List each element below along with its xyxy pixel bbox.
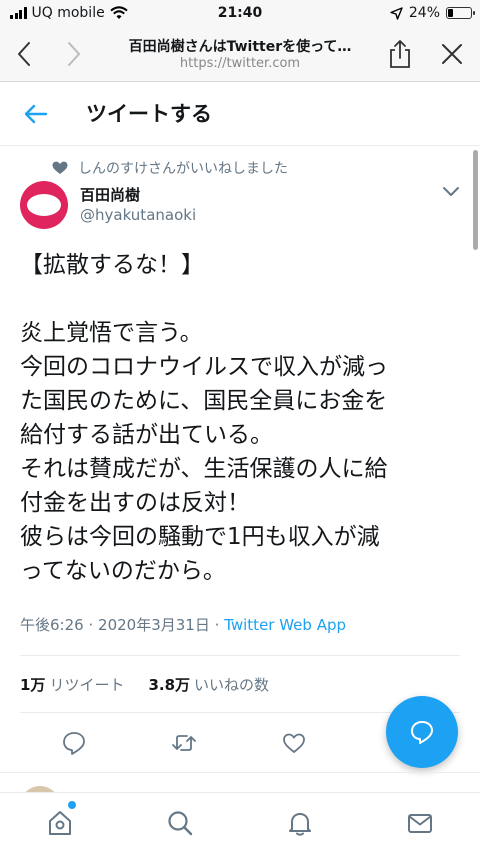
like-label: いいねの数 <box>194 676 270 694</box>
tweet-text-line: 【拡散するな！】 <box>20 252 204 278</box>
location-arrow-icon <box>390 6 403 20</box>
retweet-count: 1万 <box>20 676 46 694</box>
author-name[interactable]: 百田尚樹 <box>80 184 140 205</box>
bottom-navigation <box>0 792 480 854</box>
tweet-source-link[interactable]: Twitter Web App <box>224 616 346 634</box>
page-title: ツイートする <box>86 102 212 126</box>
tweet-text-line: 炎上覚悟で言う。 <box>20 320 203 346</box>
social-context: しんのすけさんがいいねしました <box>52 158 288 178</box>
close-icon <box>442 44 462 64</box>
browser-url[interactable]: https://twitter.com <box>95 56 385 71</box>
avatar[interactable] <box>20 181 68 229</box>
battery-level <box>448 9 454 17</box>
tweet-text-line: 給付する話が出ている。 <box>20 422 273 448</box>
tweet-text-line: それは賛成だが、生活保護の人に給 <box>20 456 388 482</box>
share-icon <box>390 40 410 68</box>
chevron-left-icon <box>18 42 30 66</box>
author-handle[interactable]: @hyakutanaoki <box>80 206 196 224</box>
battery-icon <box>446 7 475 19</box>
like-stat[interactable]: 3.8万 いいねの数 <box>148 674 269 695</box>
heart-icon[interactable] <box>281 730 307 756</box>
browser-forward-button[interactable] <box>56 36 92 72</box>
back-arrow-icon[interactable] <box>22 100 50 128</box>
chevron-down-icon[interactable] <box>440 182 462 200</box>
tweet-date[interactable]: 2020年3月31日 <box>98 616 210 634</box>
bell-icon[interactable] <box>286 809 314 837</box>
like-count: 3.8万 <box>148 676 191 694</box>
browser-page-title[interactable]: 百田尚樹さんはTwitterを使って… <box>95 36 385 56</box>
battery-percent: 24% <box>408 5 440 21</box>
tweet-stats: 1万 リツイート 3.8万 いいねの数 <box>20 674 269 695</box>
share-button[interactable] <box>382 36 418 72</box>
divider <box>0 772 480 773</box>
retweet-stat[interactable]: 1万 リツイート <box>20 674 124 695</box>
heart-filled-icon <box>52 161 68 174</box>
tweet-page-header: ツイートする <box>0 82 480 146</box>
tweet-text-line: 彼らは今回の騒動で1円も収入が減 <box>20 524 380 550</box>
chevron-right-icon <box>68 42 80 66</box>
tweet-text-line <box>20 282 470 316</box>
tweet-text-line: た国民のために、国民全員にお金を <box>20 388 388 414</box>
social-context-label[interactable]: しんのすけさんがいいねしました <box>78 158 288 178</box>
meta-separator: · <box>214 616 220 634</box>
tweet-text-line: ってないのだから。 <box>20 558 226 584</box>
status-bar: UQ mobile 21:40 24% <box>0 0 480 28</box>
home-icon[interactable] <box>46 809 74 837</box>
scrollbar[interactable] <box>473 150 478 250</box>
meta-separator: · <box>88 616 94 634</box>
tweet-text-line: 今回のコロナウイルスで収入が減っ <box>20 354 388 380</box>
reply-icon <box>411 721 433 744</box>
tweet-meta: 午後6:26 · 2020年3月31日 · Twitter Web App <box>20 614 346 635</box>
status-right: 24% <box>390 5 475 21</box>
retweet-label: リツイート <box>49 676 125 694</box>
tweet-time[interactable]: 午後6:26 <box>20 616 84 634</box>
close-button[interactable] <box>434 36 470 72</box>
divider <box>20 655 460 656</box>
mail-icon[interactable] <box>406 809 434 837</box>
browser-back-button[interactable] <box>6 36 42 72</box>
tweet-text-line: 付金を出すのは反対！ <box>20 490 250 516</box>
reply-icon[interactable] <box>61 730 87 756</box>
compose-reply-button[interactable] <box>386 696 458 768</box>
notification-dot <box>68 801 76 809</box>
tweet-text: 【拡散するな！】 炎上覚悟で言う。 今回のコロナウイルスで収入が減っ た国民のた… <box>20 248 470 588</box>
search-icon[interactable] <box>166 809 194 837</box>
retweet-icon[interactable] <box>171 730 197 756</box>
browser-toolbar: 百田尚樹さんはTwitterを使って… https://twitter.com <box>0 28 480 82</box>
